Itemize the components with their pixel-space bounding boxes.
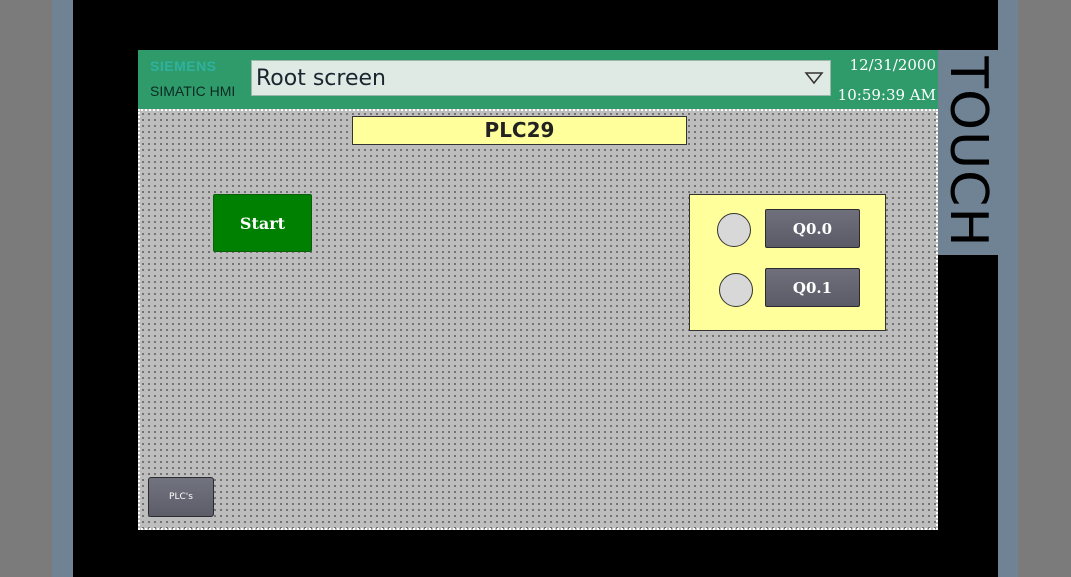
screen-selector-value: Root screen [256, 66, 386, 91]
output-button-q0-0[interactable]: Q0.0 [765, 209, 860, 248]
output-panel: Q0.0 Q0.1 [689, 194, 886, 331]
hmi-header: SIEMENS SIMATIC HMI Root screen 12/31/20… [138, 50, 938, 109]
time-display: 10:59:39 AM [837, 86, 936, 104]
product-name: SIMATIC HMI [150, 83, 236, 99]
brand-logo: SIEMENS [150, 58, 217, 74]
right-rail [998, 0, 1018, 577]
date-display: 12/31/2000 [849, 56, 936, 74]
right-frame [1018, 0, 1071, 577]
touch-label-strip: TOUCH [938, 50, 998, 255]
output-lamp-q0-1 [719, 273, 753, 307]
chevron-down-icon[interactable] [804, 70, 824, 86]
output-lamp-q0-0 [717, 213, 751, 247]
start-button[interactable]: Start [213, 194, 312, 252]
output-button-q0-1[interactable]: Q0.1 [765, 268, 860, 307]
screen-selector[interactable]: Root screen [251, 60, 831, 96]
left-rail [52, 0, 73, 577]
plcs-button[interactable]: PLC's [148, 477, 214, 517]
left-frame [0, 0, 52, 577]
page-title: PLC29 [352, 116, 687, 145]
touch-label: TOUCH [938, 56, 998, 248]
hmi-screen: PLC29 Start Q0.0 Q0.1 PLC's [138, 109, 938, 530]
